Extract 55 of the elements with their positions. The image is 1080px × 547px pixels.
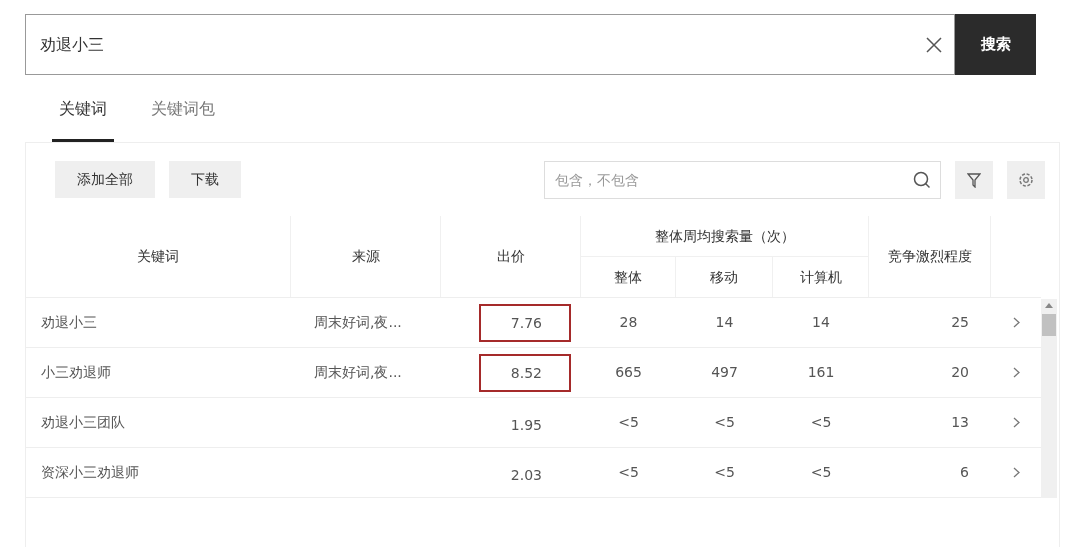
table-cell: <5 — [810, 414, 832, 430]
table-cell: <5 — [714, 464, 735, 480]
search-field[interactable]: 劝退小三 — [25, 14, 955, 75]
table-cell-text: 1.95 — [509, 415, 543, 435]
table-cell: 497 — [711, 364, 738, 380]
table-cell: 665 — [615, 364, 642, 380]
column-header: 出价 — [441, 216, 581, 297]
close-icon[interactable] — [926, 36, 942, 53]
table-cell: <5 — [618, 464, 639, 480]
table-cell: 14 — [812, 314, 830, 330]
search-icon — [913, 170, 931, 189]
table-cell-text: 小三劝退师 — [40, 363, 112, 382]
column-header: 来源 — [291, 216, 441, 297]
table-cell-text: 劝退小三团队 — [40, 413, 126, 432]
table-cell: 161 — [807, 364, 835, 380]
toolbar-button[interactable]: 添加全部 — [55, 161, 155, 198]
search-button[interactable]: 搜索 — [955, 14, 1036, 75]
chevron-right-icon[interactable] — [1012, 467, 1020, 478]
chevron-right-icon[interactable] — [1012, 417, 1020, 428]
table-cell: 20 — [951, 364, 969, 380]
scroll-up-icon[interactable] — [1045, 303, 1053, 308]
table-cell: 7.76 — [479, 303, 571, 342]
table-cell-text: 劝退小三 — [40, 313, 98, 332]
column-header: 计算机 — [773, 257, 869, 297]
table-cell: 25 — [951, 314, 969, 330]
filter-field[interactable]: 包含，不包含 — [544, 160, 941, 199]
table-cell-text: 资深小三劝退师 — [40, 463, 140, 482]
table-cell: 周末好词,夜... — [314, 364, 402, 380]
table-cell: <5 — [714, 414, 735, 430]
table-cell: 6 — [960, 464, 969, 480]
tab[interactable]: 关键词包 — [144, 75, 222, 142]
scrollbar[interactable] — [1041, 299, 1057, 498]
settings-icon — [1018, 171, 1034, 188]
table-cell: <5 — [810, 464, 832, 480]
table-cell: 13 — [951, 414, 969, 430]
table-cell: 14 — [715, 314, 734, 330]
search-value: 劝退小三 — [40, 33, 105, 56]
table-cell: 8.52 — [479, 353, 571, 392]
column-header: 移动 — [676, 257, 773, 297]
table-cell-text: 2.03 — [509, 465, 543, 485]
chevron-right-icon[interactable] — [1012, 367, 1020, 378]
table-cell: 周末好词,夜... — [314, 314, 402, 330]
scroll-thumb[interactable] — [1042, 314, 1056, 336]
chevron-right-icon[interactable] — [1012, 317, 1020, 328]
column-header: 整体 — [581, 257, 676, 297]
column-header: 关键词 — [26, 216, 291, 297]
table-cell: <5 — [618, 414, 639, 430]
column-group-header: 整体周均搜索量（次） — [581, 216, 869, 257]
toolbar-button[interactable]: 下载 — [169, 161, 241, 198]
column-header: 竞争激烈程度 — [869, 216, 991, 297]
filter-button[interactable] — [955, 160, 993, 199]
filter-icon — [967, 171, 981, 188]
table-cell: 28 — [619, 314, 638, 330]
settings-button[interactable] — [1007, 160, 1045, 199]
tab[interactable]: 关键词 — [52, 75, 114, 142]
